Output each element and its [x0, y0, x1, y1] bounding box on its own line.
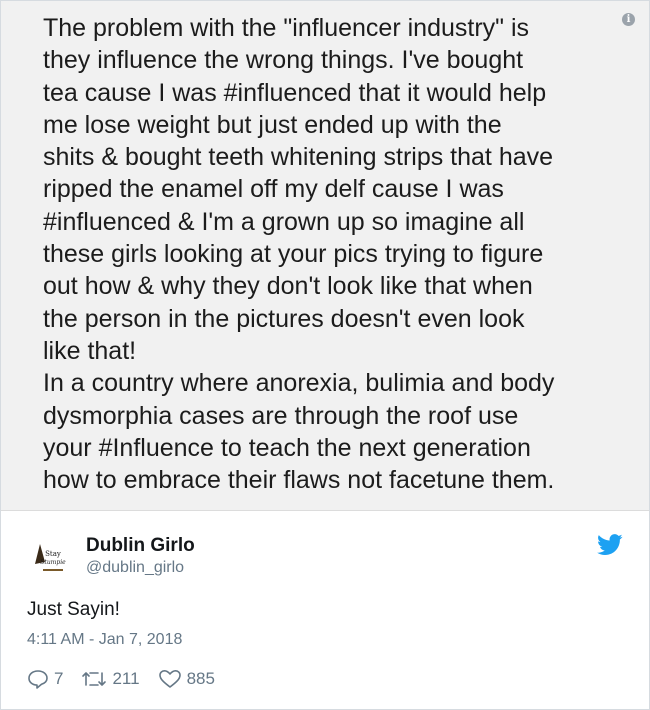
tweet-body: Just Sayin!	[27, 599, 120, 620]
like-count: 885	[186, 669, 215, 688]
tweet-card: The problem with the "influencer industr…	[0, 0, 650, 710]
reply-icon	[28, 670, 48, 689]
avatar-text-top: Stay	[45, 550, 61, 558]
reply-count: 7	[54, 669, 64, 688]
avatar-text-bottom: Stumpie	[40, 559, 66, 566]
quote-text: The problem with the "influencer industr…	[43, 14, 555, 495]
reply-button[interactable]: 7	[27, 669, 63, 689]
quote-panel: The problem with the "influencer industr…	[1, 1, 649, 511]
info-icon[interactable]: i	[622, 13, 635, 26]
twitter-bird-icon[interactable]	[597, 534, 623, 556]
like-button[interactable]: 885	[158, 669, 215, 689]
user-handle[interactable]: @dublin_girlo	[86, 559, 184, 577]
display-name[interactable]: Dublin Girlo	[86, 535, 195, 557]
retweet-icon	[82, 672, 107, 686]
heart-icon	[158, 670, 181, 688]
avatar[interactable]: Stay Stumpie	[27, 534, 75, 582]
retweet-button[interactable]: 211	[81, 669, 140, 689]
action-bar: 7 211 885	[27, 667, 233, 691]
retweet-count: 211	[112, 669, 140, 688]
tweet-timestamp[interactable]: 4:11 AM - Jan 7, 2018	[27, 631, 182, 649]
